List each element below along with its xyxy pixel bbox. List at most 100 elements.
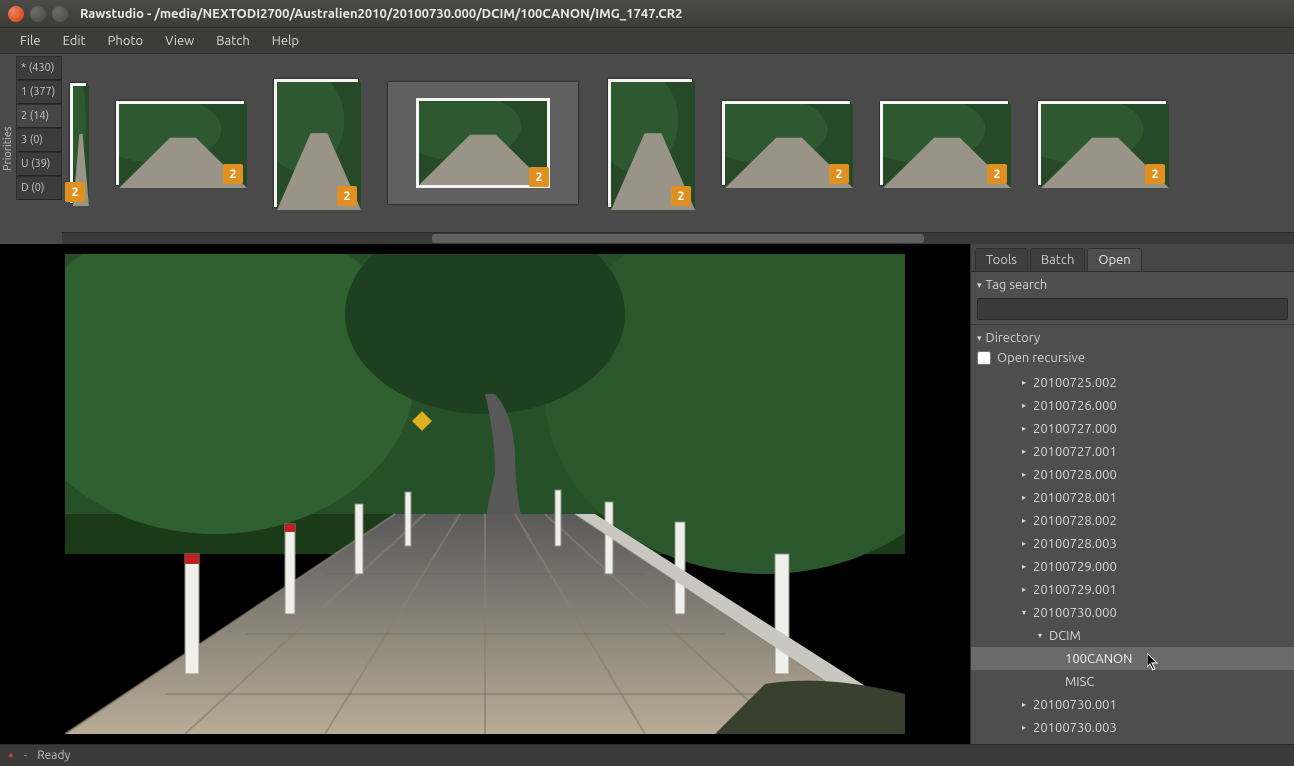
- chevron-right-icon[interactable]: ▸: [1019, 493, 1029, 502]
- tab-open[interactable]: Open: [1087, 248, 1141, 271]
- chevron-right-icon[interactable]: ▸: [1019, 539, 1029, 548]
- filmstrip: Priorities * (430)1 (377)2 (14)3 (0)U (3…: [0, 54, 1294, 244]
- chevron-right-icon[interactable]: ▸: [1019, 723, 1029, 732]
- image-viewer[interactable]: [0, 244, 970, 744]
- tree-item-label: 20100729.000: [1033, 560, 1117, 574]
- thumbnail-scrollbar[interactable]: [62, 232, 1294, 244]
- thumbnail[interactable]: 2: [722, 101, 850, 185]
- chevron-right-icon[interactable]: ▸: [1019, 424, 1029, 433]
- section-label: Directory: [986, 331, 1041, 345]
- chevron-right-icon[interactable]: ▸: [1019, 585, 1029, 594]
- chevron-down-icon[interactable]: ▾: [1019, 608, 1029, 617]
- priority-badge: 2: [337, 186, 357, 206]
- section-header-tag-search[interactable]: ▾ Tag search: [977, 276, 1288, 294]
- scrollbar-handle[interactable]: [432, 234, 925, 243]
- tag-search-input[interactable]: [977, 298, 1288, 320]
- menu-file[interactable]: File: [10, 31, 51, 51]
- priority-badge: 2: [529, 167, 549, 187]
- chevron-right-icon[interactable]: ▸: [1019, 378, 1029, 387]
- priority-badge: 2: [829, 164, 849, 184]
- thumbnail[interactable]: 2: [116, 101, 244, 185]
- menu-view[interactable]: View: [155, 31, 204, 51]
- tree-item[interactable]: ▾20100730.000: [971, 601, 1294, 624]
- tree-item[interactable]: 100CANON: [971, 647, 1294, 670]
- tree-item[interactable]: MISC: [971, 670, 1294, 693]
- menu-help[interactable]: Help: [262, 31, 309, 51]
- tree-item[interactable]: ▸20100728.000: [971, 463, 1294, 486]
- maximize-icon[interactable]: [52, 6, 68, 22]
- priority-button[interactable]: * (430): [16, 56, 62, 80]
- menu-edit[interactable]: Edit: [53, 31, 96, 51]
- priorities-panel: Priorities * (430)1 (377)2 (14)3 (0)U (3…: [0, 54, 62, 244]
- thumbnail[interactable]: 2: [274, 79, 358, 207]
- tree-item[interactable]: ▸ 20100729.000: [971, 555, 1294, 578]
- tree-item[interactable]: ▸ 20100727.000: [971, 417, 1294, 440]
- chevron-right-icon[interactable]: ▸: [1019, 700, 1029, 709]
- tree-item-label: DCIM: [1049, 629, 1081, 643]
- thumbnail-selected[interactable]: 2: [388, 82, 578, 204]
- status-indicator-icon: -: [24, 749, 27, 762]
- priority-button[interactable]: U (39): [16, 152, 62, 176]
- tree-item-label: 20100726.000: [1033, 399, 1117, 413]
- priorities-label: Priorities: [0, 54, 16, 244]
- chevron-right-icon[interactable]: ▸: [1019, 562, 1029, 571]
- tree-item[interactable]: ▸20100729.001: [971, 578, 1294, 601]
- tree-item-label: 20100728.001: [1033, 491, 1117, 505]
- priority-badge: 2: [987, 164, 1007, 184]
- tree-item[interactable]: ▸ 20100730.001: [971, 693, 1294, 716]
- priority-button[interactable]: 3 (0): [16, 128, 62, 152]
- tree-item[interactable]: ▾ DCIM: [971, 624, 1294, 647]
- chevron-right-icon[interactable]: ▸: [1019, 447, 1029, 456]
- tree-item-label: 20100730.003: [1033, 721, 1117, 735]
- thumbnail[interactable]: 2: [608, 79, 692, 207]
- checkbox[interactable]: [977, 351, 991, 365]
- tree-item[interactable]: ▸ 20100728.001: [971, 486, 1294, 509]
- tree-item-label: 20100725.002: [1033, 376, 1117, 390]
- chevron-right-icon[interactable]: ▸: [1019, 470, 1029, 479]
- tree-item[interactable]: ▸ 20100726.000: [971, 394, 1294, 417]
- tree-item[interactable]: ▸ 20100728.003: [971, 532, 1294, 555]
- tree-item-label: 20100727.001: [1033, 445, 1117, 459]
- section-header-directory[interactable]: ▾ Directory: [977, 329, 1288, 347]
- chevron-right-icon[interactable]: ▸: [1019, 401, 1029, 410]
- open-recursive-checkbox[interactable]: Open recursive: [977, 351, 1288, 365]
- minimize-icon[interactable]: [30, 6, 46, 22]
- tree-item-label: 20100730.001: [1033, 698, 1117, 712]
- priority-badge: 2: [65, 182, 85, 202]
- window-title: Rawstudio - /media/NEXTODI2700/Australie…: [80, 7, 682, 21]
- tree-item[interactable]: ▸20100728.002: [971, 509, 1294, 532]
- chevron-down-icon[interactable]: ▾: [1035, 631, 1045, 640]
- priority-button[interactable]: D (0): [16, 176, 62, 200]
- side-tabs: Tools Batch Open: [971, 244, 1294, 272]
- tab-batch[interactable]: Batch: [1030, 248, 1086, 271]
- priority-badge: 2: [223, 164, 243, 184]
- priority-button[interactable]: 2 (14): [16, 104, 62, 128]
- checkbox-label: Open recursive: [997, 351, 1085, 365]
- thumbnail[interactable]: 2: [1038, 101, 1166, 185]
- tree-item[interactable]: ▸ 20100725.002: [971, 371, 1294, 394]
- priority-button[interactable]: 1 (377): [16, 80, 62, 104]
- tree-item-label: 100CANON: [1065, 652, 1132, 666]
- tab-tools[interactable]: Tools: [975, 248, 1028, 271]
- title-bar: Rawstudio - /media/NEXTODI2700/Australie…: [0, 0, 1294, 28]
- chevron-right-icon[interactable]: ▸: [1019, 516, 1029, 525]
- section-directory: ▾ Directory Open recursive: [971, 325, 1294, 369]
- status-bar: • - Ready: [0, 744, 1294, 766]
- close-icon[interactable]: [8, 6, 24, 22]
- directory-tree[interactable]: ▸20100725.002▸20100726.000▸20100727.000▸…: [971, 369, 1294, 744]
- tree-item[interactable]: ▸ 20100727.001: [971, 440, 1294, 463]
- tree-item-label: 20100727.000: [1033, 422, 1117, 436]
- thumbnail[interactable]: 2: [880, 101, 1008, 185]
- chevron-down-icon: ▾: [977, 333, 982, 344]
- window-buttons: [8, 6, 68, 22]
- priority-badge: 2: [671, 186, 691, 206]
- thumbnail-strip[interactable]: 2 2 2 2 2 2 2 2: [62, 54, 1294, 232]
- menu-batch[interactable]: Batch: [206, 31, 260, 51]
- thumbnail[interactable]: 2: [70, 83, 86, 203]
- section-label: Tag search: [986, 278, 1048, 292]
- tree-item[interactable]: ▸ 20100730.003: [971, 716, 1294, 739]
- menu-photo[interactable]: Photo: [98, 31, 154, 51]
- tree-item-label: 20100728.003: [1033, 537, 1117, 551]
- tree-item-label: MISC: [1065, 675, 1094, 689]
- status-text: Ready: [37, 749, 70, 762]
